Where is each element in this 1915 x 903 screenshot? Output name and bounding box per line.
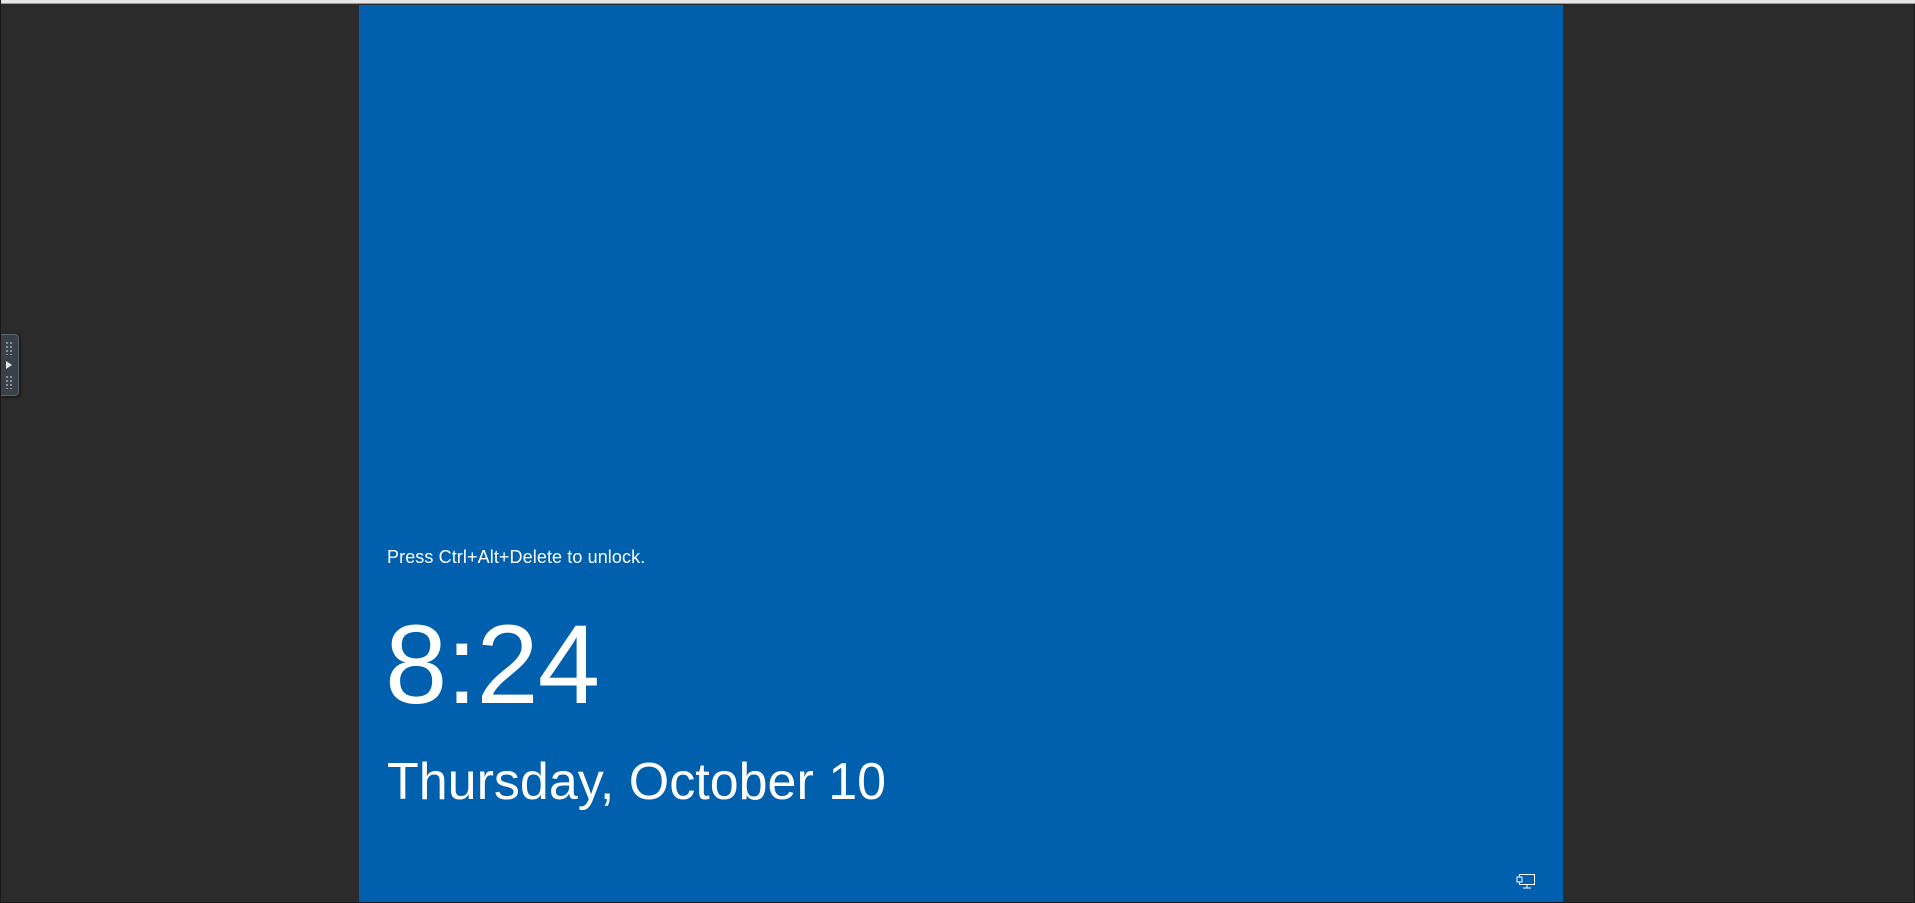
expand-arrow-icon	[6, 361, 12, 369]
remote-viewer-window: Press Ctrl+Alt+Delete to unlock. 8:24 Th…	[0, 0, 1915, 903]
network-monitor-icon[interactable]	[1516, 873, 1536, 891]
viewer-top-border	[1, 0, 1915, 4]
lock-screen-date: Thursday, October 10	[387, 753, 887, 811]
lock-screen[interactable]: Press Ctrl+Alt+Delete to unlock. 8:24 Th…	[359, 5, 1563, 902]
unlock-hint-text: Press Ctrl+Alt+Delete to unlock.	[387, 547, 646, 567]
side-panel-handle[interactable]	[1, 334, 19, 396]
lock-screen-time: 8:24	[385, 602, 600, 727]
grip-dots-icon	[5, 375, 13, 389]
grip-dots-icon	[5, 341, 13, 355]
